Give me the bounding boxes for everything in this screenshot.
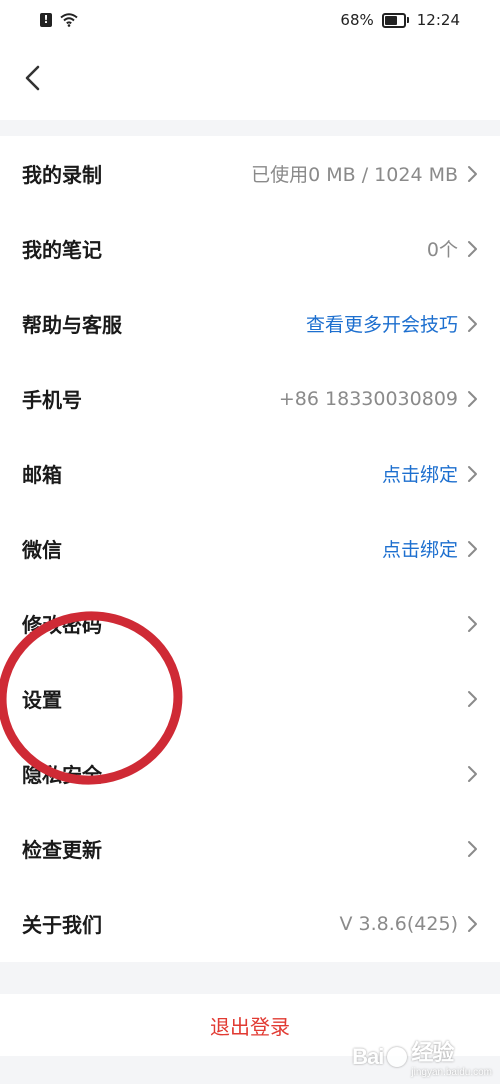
chevron-right-icon — [468, 840, 477, 857]
settings-row-update[interactable]: 检查更新 — [0, 811, 500, 886]
row-label: 检查更新 — [22, 838, 102, 862]
settings-row-wechat[interactable]: 微信 点击绑定 — [0, 511, 500, 586]
row-right: 0个 — [427, 235, 480, 262]
settings-row-password[interactable]: 修改密码 — [0, 586, 500, 661]
row-label: 隐私安全 — [22, 763, 102, 787]
row-value[interactable]: 查看更多开会技巧 — [306, 310, 458, 337]
settings-list: 我的录制 已使用0 MB / 1024 MB 我的笔记 0个帮助与客服 查看更多开会技巧… — [0, 136, 500, 961]
row-value[interactable]: 点击绑定 — [382, 460, 458, 487]
paw-icon — [387, 1046, 408, 1067]
section-separator — [0, 120, 500, 136]
row-right — [466, 764, 480, 784]
settings-row-email[interactable]: 邮箱 点击绑定 — [0, 436, 500, 511]
watermark-logo: Bai — [352, 1043, 384, 1069]
row-right: 点击绑定 — [382, 535, 480, 562]
logout-button[interactable]: 退出登录 — [210, 1011, 290, 1040]
row-right — [466, 689, 480, 709]
chevron-right-icon — [468, 165, 477, 182]
chevron-right-icon — [468, 240, 477, 257]
battery-icon — [381, 12, 409, 28]
row-right: +86 18330030809 — [279, 388, 480, 410]
row-label: 手机号 — [22, 388, 82, 412]
watermark-sub: jingyan.baidu.com — [411, 1067, 492, 1078]
row-right: 点击绑定 — [382, 460, 480, 487]
row-value[interactable]: 点击绑定 — [382, 535, 458, 562]
row-value: V 3.8.6(425) — [339, 912, 458, 935]
chevron-right-icon — [468, 540, 477, 557]
row-label: 我的笔记 — [22, 238, 102, 262]
settings-row-phone[interactable]: 手机号 +86 18330030809 — [0, 361, 500, 436]
row-value: +86 18330030809 — [278, 387, 458, 410]
row-label: 微信 — [22, 538, 62, 562]
nav-bar — [0, 40, 500, 120]
row-right: V 3.8.6(425) — [340, 913, 480, 935]
chevron-left-icon — [25, 65, 40, 91]
watermark: Bai 经验 jingyan.baidu.com — [352, 1035, 492, 1078]
chevron-right-icon — [468, 615, 477, 632]
battery-percent: 68% — [340, 11, 374, 29]
row-label: 设置 — [22, 688, 62, 712]
row-value: 0个 — [426, 239, 458, 261]
row-label: 邮箱 — [22, 463, 62, 487]
section-separator — [0, 962, 500, 994]
row-label: 修改密码 — [22, 613, 102, 637]
status-left: ! — [40, 13, 78, 27]
settings-row-privacy[interactable]: 隐私安全 — [0, 736, 500, 811]
status-time: 12:24 — [416, 11, 460, 29]
watermark-suffix: 经验 — [411, 1040, 454, 1065]
row-label: 我的录制 — [22, 163, 102, 187]
row-right — [466, 614, 480, 634]
row-right: 已使用0 MB / 1024 MB — [251, 160, 480, 187]
chevron-right-icon — [468, 465, 477, 482]
row-label: 帮助与客服 — [22, 313, 122, 337]
row-value: 已使用0 MB / 1024 MB — [251, 164, 458, 186]
row-right — [466, 839, 480, 859]
chevron-right-icon — [468, 690, 477, 707]
chevron-right-icon — [468, 765, 477, 782]
back-button[interactable] — [16, 60, 52, 96]
settings-row-settings[interactable]: 设置 — [0, 661, 500, 736]
settings-row-notes[interactable]: 我的笔记 0个 — [0, 211, 500, 286]
settings-row-recording[interactable]: 我的录制 已使用0 MB / 1024 MB — [0, 136, 500, 211]
status-bar: ! 68% 12:24 — [0, 0, 500, 40]
chevron-right-icon — [468, 315, 477, 332]
sim-alert-icon: ! — [40, 13, 52, 27]
row-right: 查看更多开会技巧 — [306, 310, 480, 337]
settings-row-help[interactable]: 帮助与客服 查看更多开会技巧 — [0, 286, 500, 361]
settings-row-about[interactable]: 关于我们 V 3.8.6(425) — [0, 886, 500, 961]
status-right: 68% 12:24 — [340, 11, 460, 29]
row-label: 关于我们 — [22, 913, 102, 937]
chevron-right-icon — [468, 915, 477, 932]
chevron-right-icon — [468, 390, 477, 407]
wifi-icon — [60, 13, 78, 27]
